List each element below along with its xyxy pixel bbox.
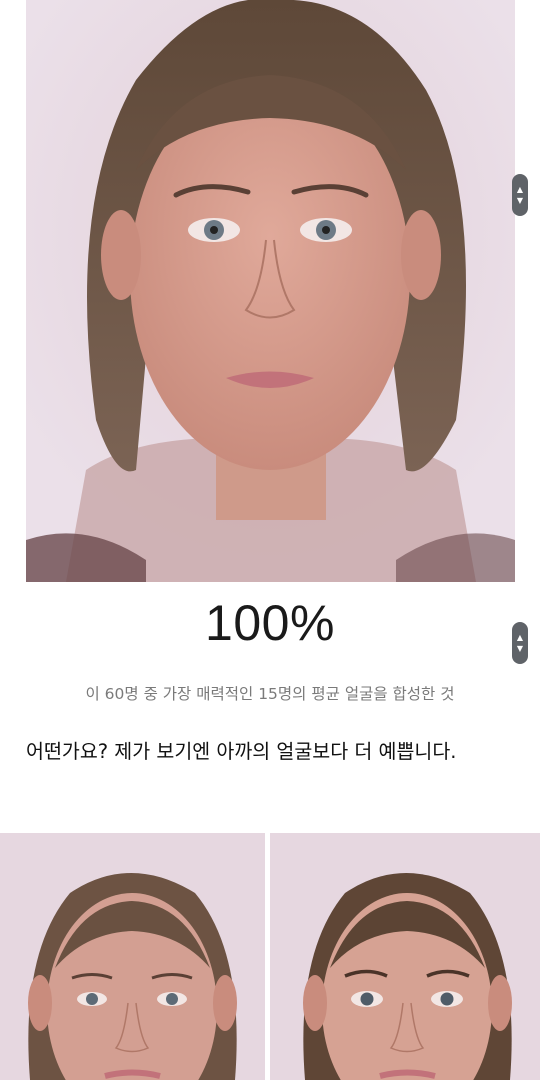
face-illustration <box>0 833 265 1080</box>
chevron-down-icon: ▼ <box>516 644 524 653</box>
body-paragraph: 어떤가요? 제가 보기엔 아까의 얼굴보다 더 예쁩니다. <box>26 740 457 763</box>
left-face-image <box>0 833 265 1080</box>
hero-face-image <box>26 0 515 582</box>
face-illustration <box>270 833 540 1080</box>
chevron-down-icon: ▼ <box>516 196 524 205</box>
face-illustration <box>26 0 515 582</box>
scroll-handle-bottom[interactable]: ▲ ▼ <box>512 622 528 664</box>
right-face-image <box>270 833 540 1080</box>
scroll-handle-top[interactable]: ▲ ▼ <box>512 174 528 216</box>
percent-headline: 100% <box>205 595 335 651</box>
chevron-up-icon: ▲ <box>516 185 524 194</box>
image-caption: 이 60명 중 가장 매력적인 15명의 평균 얼굴을 합성한 것 <box>85 685 455 703</box>
chevron-up-icon: ▲ <box>516 633 524 642</box>
